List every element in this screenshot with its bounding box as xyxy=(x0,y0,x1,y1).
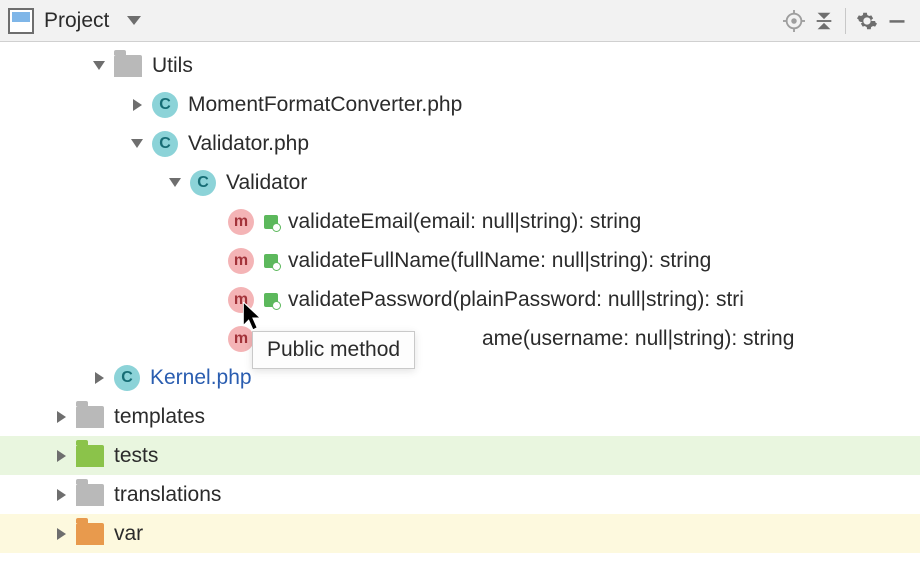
tree-node-folder[interactable]: tests xyxy=(0,436,920,475)
excluded-folder-icon xyxy=(76,523,104,545)
tree-node-method[interactable]: m validateEmail(email: null|string): str… xyxy=(0,202,920,241)
expand-toggle[interactable] xyxy=(52,450,70,462)
node-label: Validator xyxy=(226,171,307,195)
node-label: Kernel.php xyxy=(150,366,252,390)
node-label: translations xyxy=(114,483,221,507)
method-icon: m xyxy=(228,248,254,274)
tree-node-method[interactable]: m ame(username: null|string): string xyxy=(0,319,920,358)
tree-node-file[interactable]: C MomentFormatConverter.php xyxy=(0,85,920,124)
project-tree: Utils C MomentFormatConverter.php C Vali… xyxy=(0,42,920,553)
chevron-right-icon xyxy=(133,99,142,111)
class-icon: C xyxy=(190,170,216,196)
tree-node-folder[interactable]: templates xyxy=(0,397,920,436)
expand-toggle[interactable] xyxy=(52,528,70,540)
folder-icon xyxy=(76,406,104,428)
titlebar: Project xyxy=(0,0,920,42)
node-label: var xyxy=(114,522,143,546)
tree-node-method[interactable]: m validateFullName(fullName: null|string… xyxy=(0,241,920,280)
expand-toggle[interactable] xyxy=(90,372,108,384)
node-label: Utils xyxy=(152,54,193,78)
folder-icon xyxy=(114,55,142,77)
locate-button[interactable] xyxy=(779,6,809,36)
tree-node-method[interactable]: m validatePassword(plainPassword: null|s… xyxy=(0,280,920,319)
expand-toggle[interactable] xyxy=(52,411,70,423)
chevron-right-icon xyxy=(57,411,66,423)
node-label: validateFullName(fullName: null|string):… xyxy=(288,249,711,273)
expand-toggle[interactable] xyxy=(52,489,70,501)
chevron-right-icon xyxy=(57,489,66,501)
node-label: tests xyxy=(114,444,158,468)
expand-toggle[interactable] xyxy=(90,61,108,70)
collapse-all-button[interactable] xyxy=(809,6,839,36)
expand-toggle[interactable] xyxy=(128,139,146,148)
node-label: Validator.php xyxy=(188,132,309,156)
class-icon: C xyxy=(152,131,178,157)
tree-node-file[interactable]: C Validator.php xyxy=(0,124,920,163)
expand-toggle[interactable] xyxy=(166,178,184,187)
folder-icon xyxy=(76,484,104,506)
project-view-icon xyxy=(8,8,34,34)
class-icon: C xyxy=(152,92,178,118)
tree-node-class[interactable]: C Validator xyxy=(0,163,920,202)
node-label: validatePassword(plainPassword: null|str… xyxy=(288,288,744,312)
test-folder-icon xyxy=(76,445,104,467)
chevron-right-icon xyxy=(57,528,66,540)
public-visibility-icon xyxy=(264,215,278,229)
node-label: validateEmail(email: null|string): strin… xyxy=(288,210,641,234)
chevron-down-icon xyxy=(127,16,141,25)
public-visibility-icon xyxy=(264,293,278,307)
view-label: Project xyxy=(44,9,109,33)
chevron-down-icon xyxy=(131,139,143,148)
tree-node-file[interactable]: C Kernel.php xyxy=(0,358,920,397)
tooltip-text: Public method xyxy=(267,338,400,361)
node-label: ame(username: null|string): string xyxy=(482,327,794,351)
settings-button[interactable] xyxy=(852,6,882,36)
hide-button[interactable] xyxy=(882,6,912,36)
chevron-down-icon xyxy=(169,178,181,187)
expand-toggle[interactable] xyxy=(128,99,146,111)
tree-node-folder[interactable]: translations xyxy=(0,475,920,514)
tree-node-folder[interactable]: var xyxy=(0,514,920,553)
node-label: templates xyxy=(114,405,205,429)
view-selector[interactable]: Project xyxy=(8,8,141,34)
tooltip: Public method xyxy=(252,331,415,369)
chevron-right-icon xyxy=(57,450,66,462)
public-visibility-icon xyxy=(264,254,278,268)
chevron-right-icon xyxy=(95,372,104,384)
node-label: MomentFormatConverter.php xyxy=(188,93,462,117)
method-icon: m xyxy=(228,209,254,235)
mouse-cursor-icon xyxy=(243,302,265,332)
tree-node-folder[interactable]: Utils xyxy=(0,46,920,85)
toolbar-divider xyxy=(845,8,846,34)
class-icon: C xyxy=(114,365,140,391)
chevron-down-icon xyxy=(93,61,105,70)
